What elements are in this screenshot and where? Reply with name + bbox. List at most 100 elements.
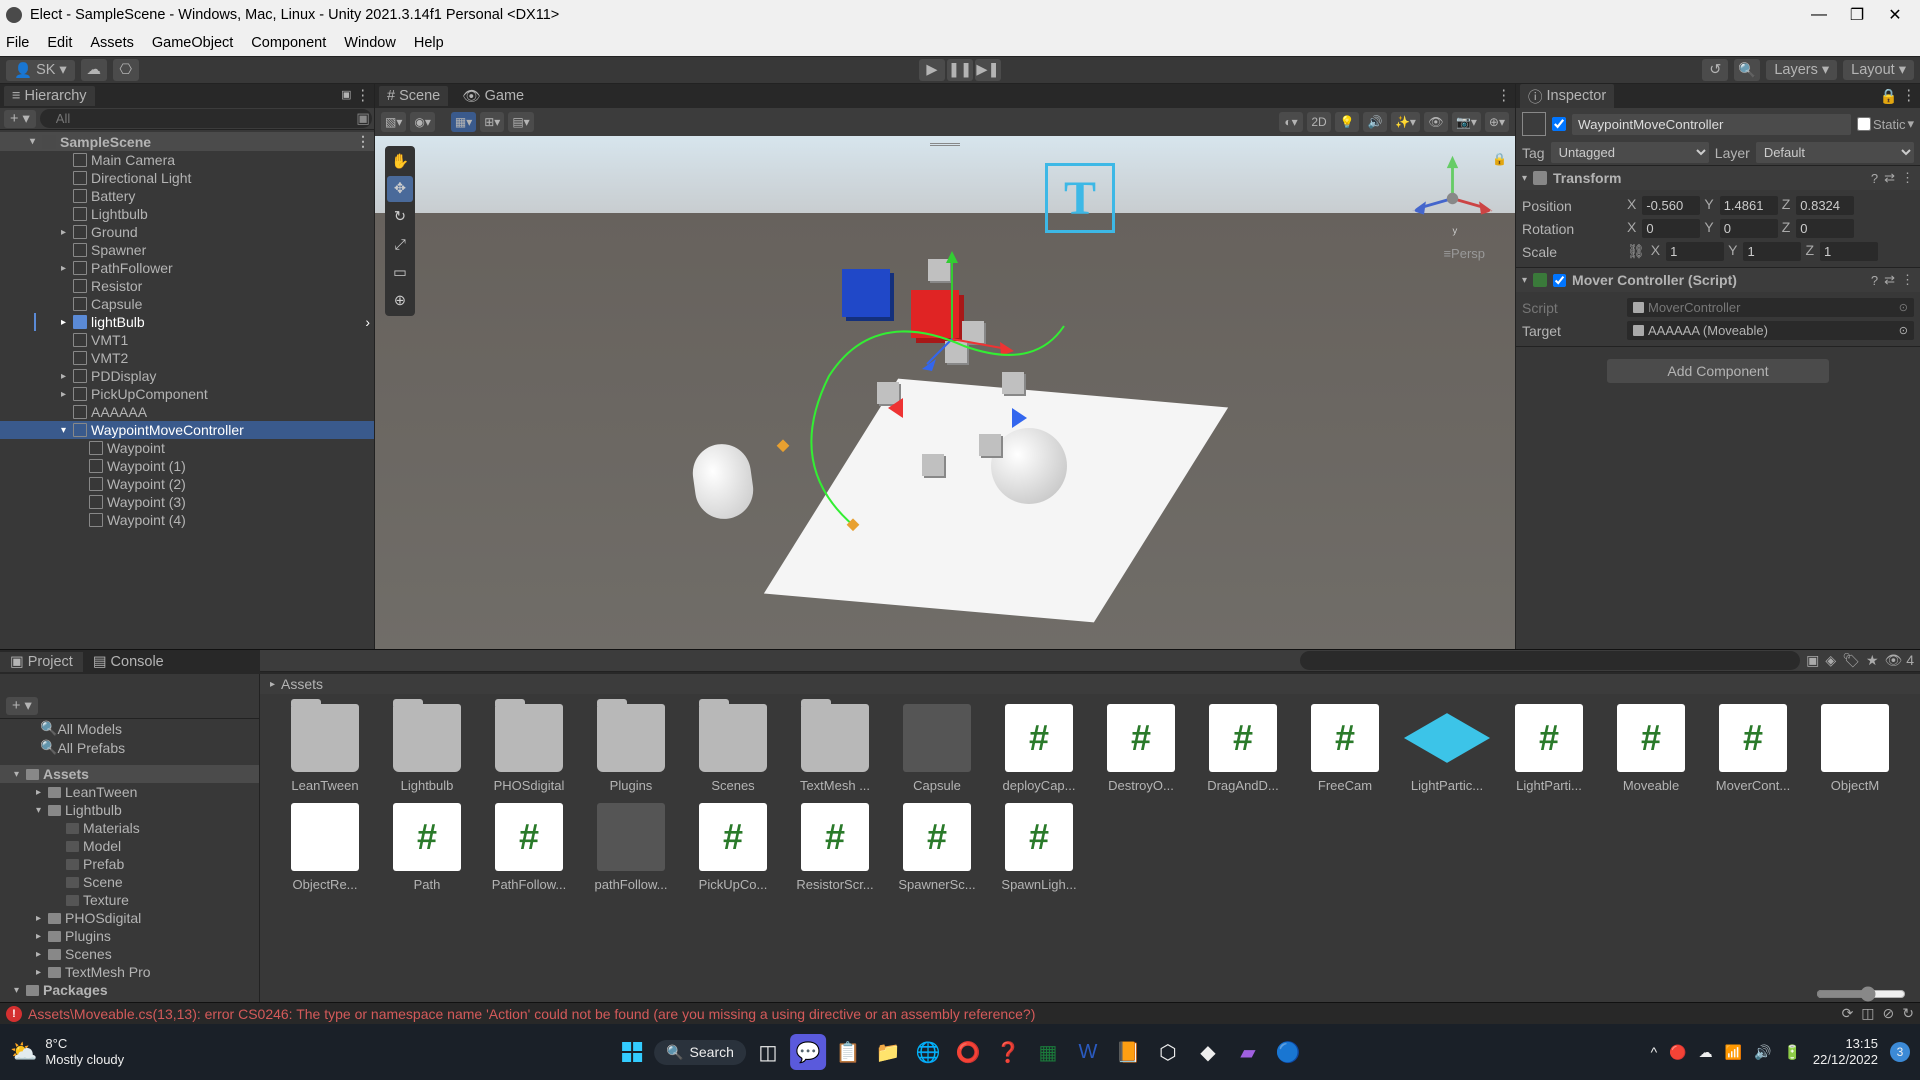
hierarchy-item[interactable]: VMT2 [0,349,374,367]
asset-item[interactable]: #FreeCam [1294,704,1396,793]
thumbnail-size-slider[interactable] [1816,986,1906,1002]
move-gizmo-icon[interactable] [922,249,1022,379]
taskbar-search[interactable]: 🔍 Search [654,1040,746,1065]
draw-mode-dropdown[interactable]: ▧▾ [381,112,406,132]
maximize-button[interactable]: ❐ [1838,5,1876,25]
asset-item[interactable]: pathFollow... [580,803,682,892]
scale-y[interactable] [1743,242,1801,261]
hierarchy-tree[interactable]: ▾SampleScene ⋮ Main CameraDirectional Li… [0,130,374,649]
hierarchy-item[interactable]: ▸lightBulb› [0,313,374,331]
scene-menu-icon[interactable]: ⋮ [356,133,370,150]
hierarchy-item[interactable]: ▸Ground [0,223,374,241]
asset-item[interactable]: Plugins [580,704,682,793]
hierarchy-item[interactable]: ▸PickUpComponent [0,385,374,403]
asset-item[interactable]: PHOSdigital [478,704,580,793]
layout-dropdown[interactable]: Layout ▾ [1843,60,1914,80]
target-field[interactable]: AAAAAA (Moveable)⊙ [1627,321,1914,340]
transform-header[interactable]: ▾ Transform ? ⇄ ⋮ [1516,166,1920,190]
toggle-icon-3[interactable]: ↻ [1902,1005,1914,1022]
project-folder[interactable]: ▸TextMesh Pro [0,963,259,981]
camera-dropdown[interactable]: 📷▾ [1452,112,1481,132]
preset-icon[interactable]: ⇄ [1884,272,1895,288]
gizmos-dropdown[interactable]: ⊕▾ [1485,112,1509,132]
services-button[interactable]: ⎔ [113,59,139,81]
search-by-label-icon[interactable]: ◈ [1825,652,1836,669]
console-status-line[interactable]: ! Assets\Moveable.cs(13,13): error CS024… [0,1002,1920,1024]
layer-dropdown[interactable]: Default [1756,142,1914,163]
fx-dropdown[interactable]: ✨▾ [1391,112,1420,132]
hierarchy-item[interactable]: Lightbulb [0,205,374,223]
hierarchy-item[interactable]: Main Camera [0,151,374,169]
hierarchy-item[interactable]: ▾WaypointMoveController [0,421,374,439]
hierarchy-item[interactable]: Waypoint (4) [0,511,374,529]
toggle-icon-1[interactable]: ◫ [1861,1005,1874,1022]
menu-gameobject[interactable]: GameObject [152,35,233,51]
active-checkbox[interactable] [1552,117,1566,131]
project-tab[interactable]: ▣ Project [0,652,83,672]
weather-widget[interactable]: ⛅ 8°CMostly cloudy [10,1036,124,1067]
2d-toggle[interactable]: 2D [1307,112,1331,132]
add-component-button[interactable]: Add Component [1607,359,1828,383]
asset-grid[interactable]: LeanTweenLightbulbPHOSdigitalPluginsScen… [260,694,1920,986]
increment-snap-dropdown[interactable]: ▤▾ [508,112,533,132]
component-menu-icon[interactable]: ⋮ [1901,272,1914,288]
breadcrumb[interactable]: ▸Assets [260,674,1920,694]
notifications-icon[interactable]: 3 [1890,1042,1910,1062]
onedrive-icon[interactable]: ☁ [1699,1044,1713,1061]
menu-edit[interactable]: Edit [47,35,72,51]
tag-dropdown[interactable]: Untagged [1551,142,1709,163]
position-x[interactable] [1642,196,1700,215]
visual-studio-icon[interactable]: ▰ [1230,1034,1266,1070]
battery-icon[interactable]: 🔋 [1783,1044,1800,1061]
asset-item[interactable]: #SpawnLigh... [988,803,1090,892]
asset-item[interactable]: #LightParti... [1498,704,1600,793]
asset-item[interactable]: Scenes [682,704,784,793]
asset-item[interactable]: Capsule [886,704,988,793]
project-folder[interactable]: ▾Lightbulb [0,801,259,819]
hierarchy-search[interactable] [40,109,373,128]
inspector-tab[interactable]: ⓘ Inspector [1520,84,1614,109]
wifi-icon[interactable]: 📶 [1725,1044,1742,1061]
asset-item[interactable]: #Moveable [1600,704,1702,793]
menu-assets[interactable]: Assets [90,35,134,51]
project-folder-tree[interactable]: + ▾ 🔍 All Models 🔍 All Prefabs ▾Assets ▸… [0,674,260,1002]
hierarchy-item[interactable]: Waypoint (3) [0,493,374,511]
close-button[interactable]: ✕ [1876,5,1914,25]
project-create-dropdown[interactable]: + ▾ [6,697,38,715]
constrain-scale-icon[interactable]: ⛓ [1627,243,1645,260]
asset-item[interactable]: ObjectM [1804,704,1906,793]
favorite-icon[interactable]: ★ [1866,652,1879,669]
inspector-menu-icon[interactable]: ⋮ [1902,88,1917,105]
shading-mode-dropdown[interactable]: ◉▾ [410,112,435,132]
scene-camera-dropdown[interactable]: ◐▾ [1279,112,1303,132]
asset-item[interactable]: TextMesh ... [784,704,886,793]
object-name-field[interactable] [1572,114,1851,135]
hierarchy-item[interactable]: Waypoint [0,439,374,457]
app-icon-1[interactable]: 📙 [1110,1034,1146,1070]
scale-z[interactable] [1820,242,1878,261]
help-icon[interactable]: ❓ [990,1034,1026,1070]
cloud-button[interactable]: ☁ [81,59,107,81]
hierarchy-item[interactable]: Resistor [0,277,374,295]
scale-x[interactable] [1666,242,1724,261]
console-tab[interactable]: ▤ Console [83,652,174,672]
tray-chevron-icon[interactable]: ^ [1651,1044,1658,1060]
rotation-z[interactable] [1796,219,1854,238]
project-folder[interactable]: Model [0,837,259,855]
asset-item[interactable]: LightPartic... [1396,704,1498,793]
global-search-button[interactable]: 🔍 [1734,59,1760,81]
minimize-button[interactable]: — [1800,6,1838,24]
hierarchy-item[interactable]: VMT1 [0,331,374,349]
asset-item[interactable]: #MoverCont... [1702,704,1804,793]
project-folder[interactable]: ▸Scenes [0,945,259,963]
lighting-toggle[interactable]: 💡 [1335,112,1359,132]
static-checkbox[interactable] [1857,117,1871,131]
mover-header[interactable]: ▾ Mover Controller (Script) ? ⇄ ⋮ [1516,268,1920,292]
asset-item[interactable]: #SpawnerSc... [886,803,988,892]
hierarchy-item[interactable]: Directional Light [0,169,374,187]
project-folder[interactable]: ▸Plugins [0,927,259,945]
audio-toggle[interactable]: 🔊 [1363,112,1387,132]
project-folder[interactable]: Prefab [0,855,259,873]
hierarchy-item[interactable]: Capsule [0,295,374,313]
script-field[interactable]: MoverController⊙ [1627,298,1914,317]
